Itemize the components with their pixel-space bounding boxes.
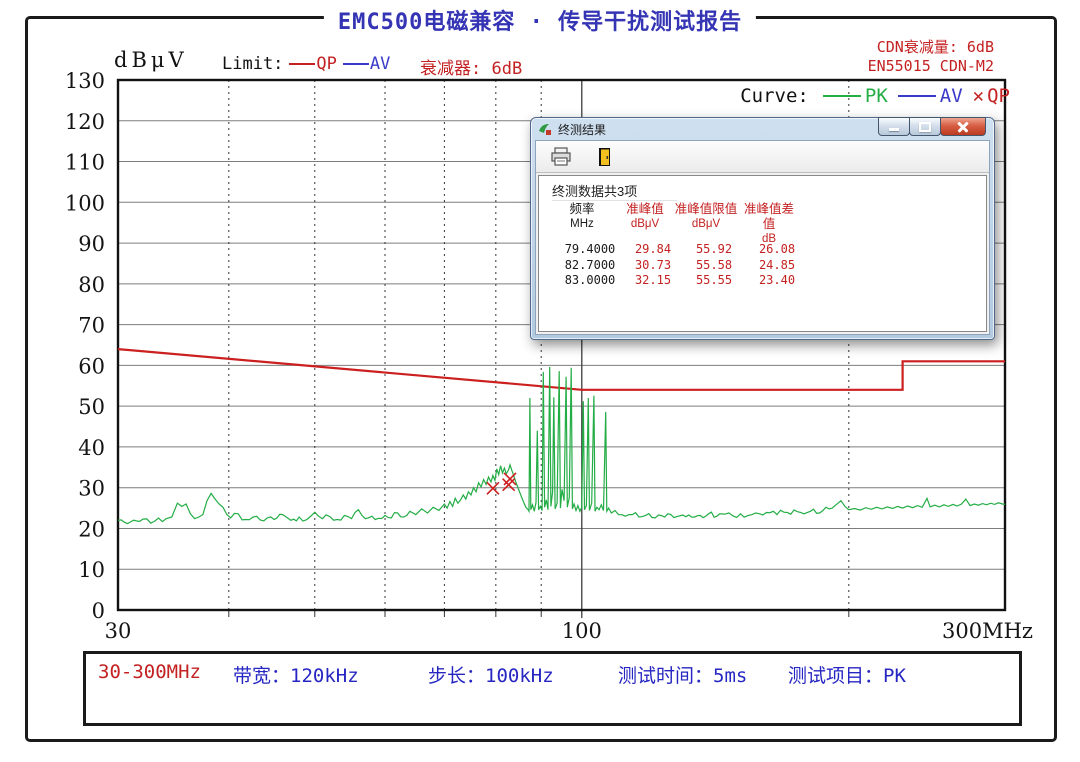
svg-text:120: 120 [65,110,105,134]
results-window: 终测结果 [530,117,995,340]
svg-text:20: 20 [78,517,105,541]
svg-text:300MHz: 300MHz [942,619,1033,643]
curve-legend: Curve: PK AV ✕QP [740,85,1010,107]
av-curve-swatch-icon [898,95,936,97]
table-row: 79.400029.8455.9226.08 [555,242,986,258]
table-row: 82.700030.7355.5824.85 [555,258,986,274]
svg-text:30: 30 [78,477,105,501]
svg-text:100: 100 [65,191,105,215]
svg-text:90: 90 [78,232,105,256]
svg-text:60: 60 [78,354,105,378]
minimize-button[interactable] [878,117,910,136]
bandwidth-label: 带宽：120kHz [233,661,359,688]
maximize-button[interactable] [909,117,941,136]
table-header: 频率MHz准峰值dBμV准峰值限值dBμV准峰值差值dB [547,202,978,247]
test-item-label: 测试项目：PK [788,661,906,688]
av-curve-label: AV [940,85,963,107]
column-header: 准峰值差值dB [739,202,799,247]
step-label: 步长：100kHz [428,661,554,688]
qp-marker-icon: ✕ [973,87,984,106]
report-page: EMC500电磁兼容 · 传导干扰测试报告 dBμV Limit: QP AV … [0,0,1080,762]
close-button[interactable] [940,117,986,136]
test-time-label: 测试时间：5ms [618,661,747,688]
column-header: 频率MHz [547,202,617,247]
pk-curve-label: PK [865,85,888,107]
svg-text:50: 50 [78,395,105,419]
results-toolbar [536,141,989,173]
results-window-titlebar[interactable]: 终测结果 [531,118,994,140]
chart-canvas: 0 10 20 30 40 50 60 70 80 90 100 110 120 130 30 100 300M… [0,0,1080,762]
table-row: 83.000032.1555.5523.40 [555,273,986,289]
svg-text:10: 10 [78,558,105,582]
frequency-range-label: 30-300MHz [98,661,201,683]
svg-text:80: 80 [78,273,105,297]
svg-text:70: 70 [78,314,105,338]
print-button[interactable] [550,147,572,167]
column-header: 准峰值限值dBμV [673,202,739,247]
legend-label: Curve: [740,85,809,107]
svg-text:30: 30 [105,619,132,643]
svg-text:100: 100 [562,619,602,643]
svg-text:40: 40 [78,436,105,460]
qp-curve-label: QP [987,85,1010,107]
svg-text:110: 110 [65,151,105,175]
results-summary: 终测数据共3项 [552,181,677,201]
pk-curve-swatch-icon [823,95,861,97]
app-icon [538,122,552,136]
exit-door-button[interactable] [594,147,616,167]
results-table-body: 79.400029.8455.9226.0882.700030.7355.582… [547,242,978,289]
results-window-body: 终测数据共3项 频率MHz准峰值dBμV准峰值限值dBμV准峰值差值dB 79.… [535,140,990,335]
svg-text:130: 130 [65,69,105,93]
svg-text:0: 0 [92,599,105,623]
window-title: 终测结果 [558,121,606,138]
column-header: 准峰值dBμV [617,202,673,247]
results-panel: 终测数据共3项 频率MHz准峰值dBμV准峰值限值dBμV准峰值差值dB 79.… [538,175,987,332]
